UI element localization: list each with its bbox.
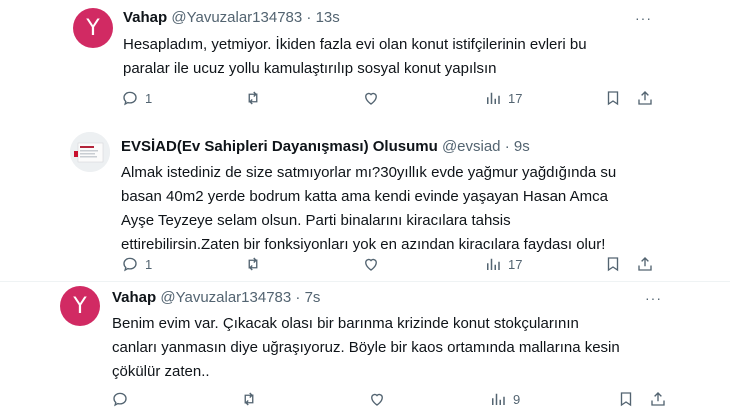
like-button[interactable] xyxy=(362,89,380,107)
tweet-text: Almak istediniz de size satmıyorlar mı?3… xyxy=(121,161,616,257)
bookmark-button[interactable] xyxy=(617,390,635,408)
views-icon xyxy=(492,393,505,405)
share-icon xyxy=(651,392,665,406)
bookmark-icon xyxy=(620,392,632,407)
author-name[interactable]: EVSİAD(Ev Sahipleri Dayanışması) Olusumu xyxy=(121,138,438,155)
tweet-text-line: ettirebilirsin.Zaten bir fonksiyonları y… xyxy=(121,236,606,253)
views-count: 17 xyxy=(508,256,523,272)
reply-icon xyxy=(113,392,127,407)
views-button[interactable]: 17 xyxy=(484,89,522,107)
views-count: 9 xyxy=(513,391,521,407)
retweet-button[interactable] xyxy=(244,255,262,273)
retweet-icon xyxy=(248,91,258,105)
bookmark-button[interactable] xyxy=(604,255,622,273)
tweet-text-line: canları yanmasın diye uğraşıyoruz. Böyle… xyxy=(112,339,620,356)
tweet[interactable]: Y Vahap @Yavuzalar134783 · 7s ··· Benim … xyxy=(0,282,730,420)
tweet-actions: 1 17 xyxy=(0,255,660,277)
like-icon xyxy=(371,393,383,406)
bookmark-icon xyxy=(607,91,619,106)
share-icon xyxy=(638,91,652,105)
retweet-icon xyxy=(248,257,258,271)
tweet[interactable]: Y Vahap @Yavuzalar134783 · 13s ··· Hesap… xyxy=(0,0,730,120)
views-button[interactable]: 9 xyxy=(489,390,520,408)
tweet[interactable]: EVSİAD(Ev Sahipleri Dayanışması) Olusumu… xyxy=(0,120,730,280)
timestamp[interactable]: · 9s xyxy=(505,138,530,155)
tweet-text-line: Ayşe Teyzeye selam olsun. Parti binaları… xyxy=(121,212,511,229)
retweet-button[interactable] xyxy=(240,390,258,408)
like-button[interactable] xyxy=(362,255,380,273)
tweet-header: Vahap @Yavuzalar134783 · 13s xyxy=(123,9,340,26)
author-handle[interactable]: @Yavuzalar134783 xyxy=(160,289,291,306)
avatar-letter: Y xyxy=(73,293,87,319)
tweet-text-line: çökülür zaten.. xyxy=(112,363,210,380)
avatar[interactable]: Y xyxy=(73,8,113,48)
tweet-text-line: basan 40m2 yerde bodrum katta ama kendi … xyxy=(121,188,608,205)
reply-icon xyxy=(123,257,137,272)
author-handle[interactable]: @Yavuzalar134783 xyxy=(171,9,302,26)
reply-count: 1 xyxy=(145,90,153,106)
avatar-letter: Y xyxy=(86,15,100,41)
bookmark-button[interactable] xyxy=(604,89,622,107)
more-icon[interactable]: ··· xyxy=(645,290,662,306)
retweet-button[interactable] xyxy=(244,89,262,107)
author-name[interactable]: Vahap xyxy=(123,9,167,26)
tweet-actions: 1 17 xyxy=(0,89,660,111)
tweet-header: Vahap @Yavuzalar134783 · 7s xyxy=(112,289,320,306)
tweet-text-line: Hesapladım, yetmiyor. İkiden fazla evi o… xyxy=(123,36,587,53)
avatar-image xyxy=(70,132,110,172)
like-icon xyxy=(365,92,377,105)
author-name[interactable]: Vahap xyxy=(112,289,156,306)
timestamp[interactable]: · 7s xyxy=(295,289,320,306)
tweet-actions: 9 xyxy=(0,390,665,412)
views-icon xyxy=(487,92,500,104)
avatar[interactable]: Y xyxy=(60,286,100,326)
tweet-header: EVSİAD(Ev Sahipleri Dayanışması) Olusumu… xyxy=(121,138,530,155)
avatar[interactable] xyxy=(70,132,110,172)
like-button[interactable] xyxy=(368,390,386,408)
more-icon[interactable]: ··· xyxy=(635,10,652,26)
tweet-text-line: Almak istediniz de size satmıyorlar mı?3… xyxy=(121,164,617,181)
reply-count: 1 xyxy=(145,256,153,272)
views-button[interactable]: 17 xyxy=(484,255,522,273)
share-button[interactable] xyxy=(636,255,654,273)
views-icon xyxy=(487,258,500,270)
tweet-text-line: Benim evim var. Çıkacak olası bir barınm… xyxy=(112,315,579,332)
tweet-text-line: paralar ile ucuz yollu kamulaştırılıp so… xyxy=(123,60,497,77)
share-button[interactable] xyxy=(636,89,654,107)
reply-icon xyxy=(123,91,137,106)
reply-button[interactable]: 1 xyxy=(121,255,152,273)
retweet-icon xyxy=(244,392,254,406)
views-count: 17 xyxy=(508,90,523,106)
bookmark-icon xyxy=(607,257,619,272)
reply-button[interactable] xyxy=(111,390,129,408)
share-icon xyxy=(638,257,652,271)
like-icon xyxy=(365,258,377,271)
tweet-text: Benim evim var. Çıkacak olası bir barınm… xyxy=(112,312,620,384)
share-button[interactable] xyxy=(649,390,667,408)
timestamp[interactable]: · 13s xyxy=(306,9,339,26)
author-handle[interactable]: @evsiad xyxy=(442,138,501,155)
tweet-text: Hesapladım, yetmiyor. İkiden fazla evi o… xyxy=(123,33,587,81)
reply-button[interactable]: 1 xyxy=(121,89,152,107)
